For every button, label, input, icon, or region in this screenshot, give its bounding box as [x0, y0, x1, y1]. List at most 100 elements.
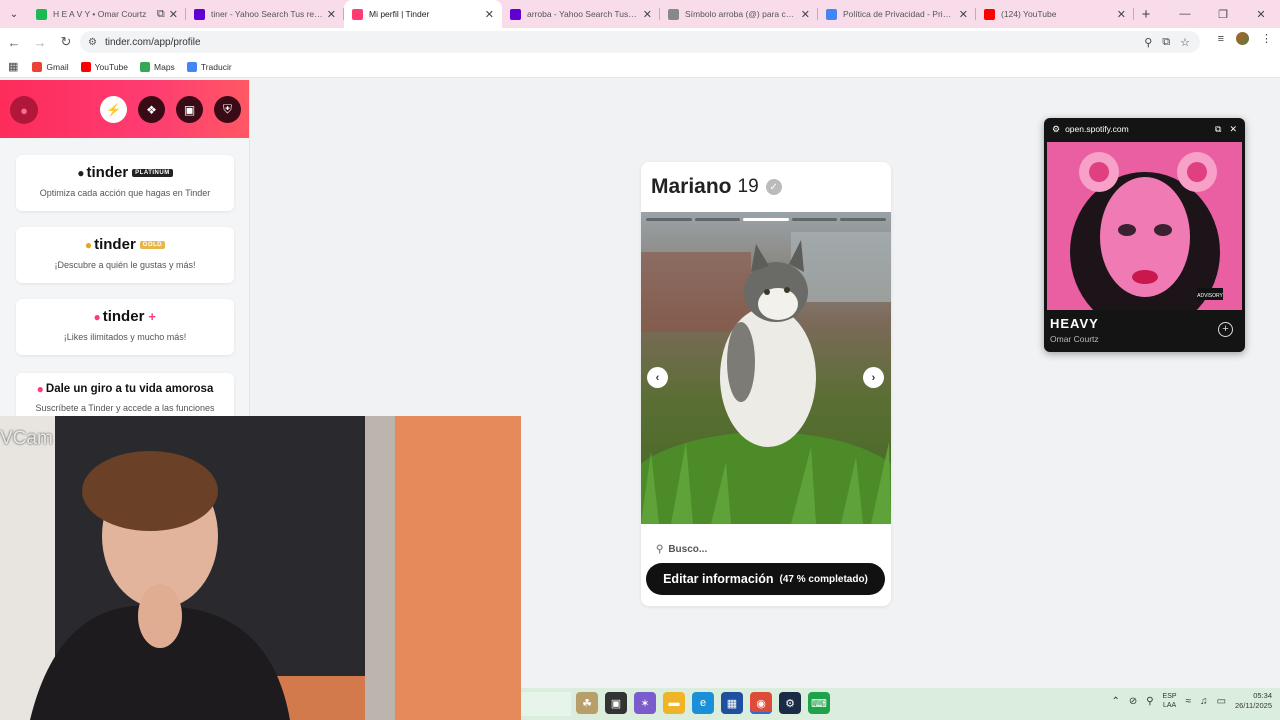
track-artist[interactable]: Omar Courtz — [1050, 334, 1099, 344]
close-icon[interactable]: ✕ — [1229, 124, 1237, 135]
promo-logo-text: tinder — [94, 236, 136, 253]
browser-tab[interactable]: Mi perfil | Tinder ✕ — [344, 0, 502, 28]
profile-avatar[interactable] — [1236, 32, 1249, 45]
promo-subtitle: ¡Likes ilimitados y mucho más! — [63, 332, 187, 342]
briefcase-icon[interactable]: ▣ — [176, 96, 203, 123]
microphone-icon[interactable]: ⚲ — [1146, 696, 1153, 707]
close-tab-icon[interactable]: ✕ — [801, 8, 810, 21]
browser-tab[interactable]: H E A V Y • Omar Courtz ⧉ ✕ — [28, 0, 186, 28]
store-icon[interactable]: ▦ — [721, 692, 743, 714]
photo-progress-segment — [791, 218, 838, 221]
wifi-icon[interactable]: ≈ — [1186, 696, 1192, 707]
file-explorer-icon[interactable]: ▬ — [663, 692, 685, 714]
tab-label: H E A V Y • Omar Courtz — [53, 9, 147, 19]
photo-progress-segment — [646, 218, 692, 221]
bookmark-gmail[interactable]: Gmail — [32, 61, 69, 72]
bookmark-youtube[interactable]: YouTube — [80, 61, 128, 72]
battery-icon[interactable]: ▭ — [1217, 696, 1226, 707]
webcam-video — [0, 416, 521, 720]
bookmark-label: Traducir — [200, 61, 232, 72]
install-app-icon[interactable]: ⧉ — [1162, 36, 1170, 49]
chevron-up-icon[interactable]: ⌃ — [1111, 696, 1119, 707]
bookmark-maps[interactable]: Maps — [140, 61, 175, 72]
google-icon — [826, 8, 837, 20]
gmail-icon — [32, 61, 43, 72]
close-tab-icon[interactable]: ✕ — [485, 8, 494, 21]
tab-label: (124) YouTube — [1001, 9, 1057, 19]
close-tab-icon[interactable]: ✕ — [169, 8, 178, 21]
chrome-icon[interactable]: ◉ — [750, 692, 772, 714]
flame-icon: ● — [77, 165, 85, 180]
profile-avatar[interactable]: ● — [10, 96, 38, 124]
clock[interactable]: 05:34 26/11/2025 — [1235, 691, 1272, 711]
close-tab-icon[interactable]: ✕ — [643, 8, 652, 21]
network-off-icon[interactable]: ⊘ — [1129, 696, 1137, 707]
browser-tab[interactable]: tiner - Yahoo Search Tus resultados ✕ — [186, 0, 344, 28]
task-view-icon[interactable]: ▣ — [605, 692, 627, 714]
volume-icon[interactable]: ♫ — [1200, 696, 1208, 707]
close-tab-icon[interactable]: ✕ — [1117, 8, 1126, 21]
address-bar[interactable]: ⚙ tinder.com/app/profile ⚲ ⧉ ☆ — [80, 31, 1200, 53]
promo-subtitle: ¡Descubre a quién le gustas y más! — [54, 260, 196, 270]
forward-button[interactable]: → — [28, 30, 52, 54]
tier-badge: + — [148, 309, 157, 324]
back-button[interactable]: ← — [2, 30, 26, 54]
site-settings-icon[interactable]: ⚙ — [1052, 124, 1060, 135]
bookmark-star-icon[interactable]: ☆ — [1180, 36, 1190, 49]
tab-label: Mi perfil | Tinder — [369, 9, 430, 19]
location-icon[interactable]: ⚲ — [1144, 36, 1152, 49]
add-to-library-icon[interactable]: + — [1218, 322, 1233, 337]
photo-next-button[interactable]: › — [863, 367, 884, 388]
edit-info-progress: (47 % completado) — [779, 573, 868, 585]
youtube-icon — [984, 8, 995, 20]
explore-icon[interactable]: ❖ — [138, 96, 165, 123]
close-tab-icon[interactable]: ✕ — [327, 8, 336, 21]
copilot-icon[interactable]: ✶ — [634, 692, 656, 714]
close-tab-icon[interactable]: ✕ — [959, 8, 968, 21]
steam-icon[interactable]: ⚙ — [779, 692, 801, 714]
subscription-promo[interactable]: ● tinder + ¡Likes ilimitados y mucho más! — [16, 299, 234, 355]
widgets-icon[interactable]: ☘ — [576, 692, 598, 714]
site-info-icon[interactable]: ⚙ — [88, 37, 97, 48]
shield-icon[interactable]: ⛨ — [214, 96, 241, 123]
bookmarks-bar: ▦ Gmail YouTube Maps Traducir — [0, 56, 1280, 78]
close-window-button[interactable]: ✕ — [1242, 0, 1280, 28]
promo-logo: ● tinder + — [16, 308, 234, 325]
back-to-tab-icon[interactable]: ⧉ — [1215, 124, 1221, 135]
terminal-icon[interactable]: ⌨ — [808, 692, 830, 714]
photo-progress-segment — [694, 218, 741, 221]
minimize-button[interactable]: — — [1166, 0, 1204, 28]
boost-icon[interactable]: ⚡ — [100, 96, 127, 123]
tab-search-icon[interactable]: ≡ — [1218, 33, 1224, 45]
menu-icon[interactable]: ⋮ — [1261, 32, 1272, 45]
browser-tab[interactable]: Política de Privacidad - Privacidad ✕ — [818, 0, 976, 28]
yahoo-icon — [510, 8, 521, 20]
browser-tab[interactable]: (124) YouTube ✕ — [976, 0, 1134, 28]
edit-info-button[interactable]: Editar información (47 % completado) — [646, 563, 885, 595]
browser-tab[interactable]: arroba - Yahoo Search Tus resultados ✕ — [502, 0, 660, 28]
tab-label: arroba - Yahoo Search Tus resultados — [527, 9, 639, 19]
restore-button[interactable]: ❐ — [1204, 0, 1242, 28]
tab-search-icon[interactable]: ⌄ — [0, 0, 28, 28]
reload-button[interactable]: ↻ — [54, 30, 78, 54]
tier-badge: GOLD — [139, 240, 166, 249]
lang-top: ESP — [1162, 693, 1177, 700]
tab-label: tiner - Yahoo Search Tus resultados — [211, 9, 323, 19]
bookmark-traducir[interactable]: Traducir — [186, 61, 232, 72]
subscription-promo[interactable]: ● tinder PLATINUM Optimiza cada acción que … — [16, 155, 234, 211]
apps-grid-icon[interactable]: ▦ — [8, 60, 18, 73]
clock-date: 26/11/2025 — [1235, 701, 1272, 710]
new-tab-button[interactable]: + — [1134, 6, 1158, 23]
taskbar-search[interactable] — [521, 692, 571, 716]
sidebar-header: ● ⚡ ❖ ▣ ⛨ — [0, 80, 249, 138]
edge-icon[interactable]: e — [692, 692, 714, 714]
picture-in-picture-icon[interactable]: ⧉ — [157, 8, 165, 21]
promo-logo: ● tinder GOLD — [16, 236, 234, 253]
profile-photo[interactable]: ‹ › — [641, 212, 891, 524]
subscription-promo[interactable]: ● tinder GOLD ¡Descubre a quién le gustas y… — [16, 227, 234, 283]
browser-tab[interactable]: Símbolo arroba (@) para copiar ✕ — [660, 0, 818, 28]
photo-prev-button[interactable]: ‹ — [647, 367, 668, 388]
profile-age: 19 — [737, 176, 759, 197]
verified-icon[interactable]: ✓ — [765, 179, 782, 195]
language-indicator[interactable]: ESP LAA — [1163, 692, 1177, 710]
